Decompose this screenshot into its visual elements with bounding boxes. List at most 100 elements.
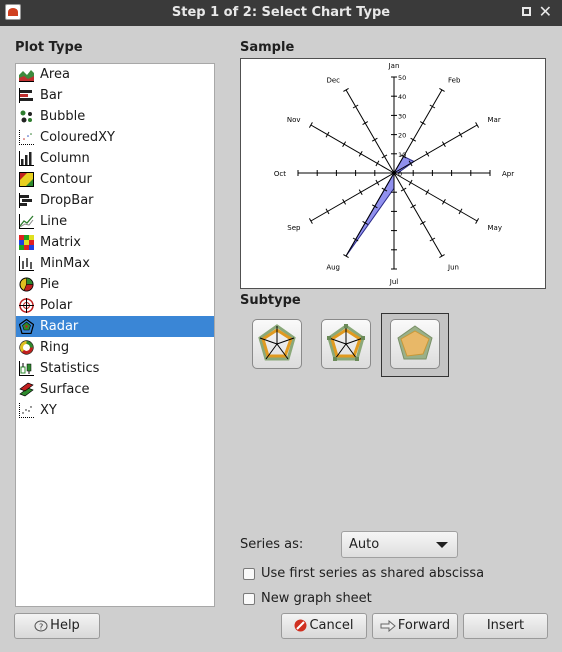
radar-radial-tick-label: 10	[398, 151, 406, 159]
plot-type-item-bar[interactable]: Bar	[16, 85, 214, 106]
radar-category-label: Dec	[326, 77, 340, 85]
radar-spoke	[345, 172, 395, 257]
radar-category-label: Apr	[502, 170, 514, 178]
plot-type-label: Ring	[40, 340, 70, 355]
series-as-value: Auto	[349, 537, 380, 552]
radar-tick-mark	[408, 179, 413, 186]
radar-tick-mark	[441, 141, 446, 148]
radar-tick-mark	[308, 122, 313, 128]
help-icon: ?	[34, 620, 48, 631]
plot-type-label: Polar	[40, 298, 73, 313]
maximize-button[interactable]	[522, 7, 531, 16]
subtype-radar-filled-button[interactable]	[390, 319, 440, 369]
surface-chart-icon	[19, 382, 34, 397]
forward-button[interactable]: Forward	[372, 613, 458, 639]
plot-type-item-dropbar[interactable]: DropBar	[16, 190, 214, 211]
radar-radial-tick-label: 30	[398, 112, 406, 120]
cancel-icon	[294, 619, 307, 632]
radar-tick-mark	[381, 154, 388, 159]
plot-type-item-xy[interactable]: XY	[16, 400, 214, 421]
plot-type-label: Bar	[40, 88, 63, 103]
polar-chart-icon	[19, 298, 34, 313]
forward-label: Forward	[397, 618, 451, 633]
plot-type-item-ring[interactable]: Ring	[16, 337, 214, 358]
plot-type-list[interactable]: Area Bar Bubble ColouredXY Column Contou…	[15, 63, 215, 607]
plot-type-label: Radar	[40, 319, 79, 334]
plot-type-item-polar[interactable]: Polar	[16, 295, 214, 316]
radar-tick-mark	[325, 208, 330, 215]
radar-category-label: May	[488, 224, 502, 232]
radar-tick-mark	[441, 198, 446, 205]
plot-type-item-minmax[interactable]: MinMax	[16, 253, 214, 274]
subtype-radar-markers-button[interactable]	[321, 319, 371, 369]
plot-type-heading: Plot Type	[15, 40, 83, 55]
radar-tick-mark	[325, 131, 330, 138]
radar-tick-mark	[362, 121, 369, 126]
radar-category-label: Mar	[488, 116, 501, 124]
statistics-chart-icon	[19, 361, 34, 376]
new-graph-sheet-checkbox[interactable]	[243, 593, 255, 605]
plot-type-item-surface[interactable]: Surface	[16, 379, 214, 400]
radar-spoke	[393, 172, 478, 222]
coloured-xy-icon	[19, 130, 34, 145]
insert-button[interactable]: Insert	[463, 613, 548, 639]
radar-tick-mark	[429, 237, 436, 242]
radar-tick-mark	[458, 131, 463, 138]
plot-type-label: Bubble	[40, 109, 86, 124]
radar-radial-tick-label: 0	[398, 170, 402, 178]
plot-type-item-statistics[interactable]: Statistics	[16, 358, 214, 379]
plot-type-item-radar[interactable]: Radar	[16, 316, 214, 337]
radar-spoke	[393, 172, 443, 257]
plot-type-item-colouredxy[interactable]: ColouredXY	[16, 127, 214, 148]
radar-category-label: Aug	[326, 264, 340, 272]
radar-spoke	[310, 124, 395, 174]
plot-type-label: Matrix	[40, 235, 81, 250]
series-as-dropdown[interactable]: Auto	[341, 531, 458, 558]
radar-tick-mark	[429, 104, 436, 109]
radar-tick-mark	[308, 218, 313, 224]
column-chart-icon	[19, 151, 34, 166]
help-label: Help	[50, 618, 80, 633]
cancel-button[interactable]: Cancel	[281, 613, 367, 639]
radar-category-label: Jan	[388, 62, 400, 70]
plot-type-item-column[interactable]: Column	[16, 148, 214, 169]
radar-category-label: Sep	[287, 224, 301, 232]
xy-chart-icon	[19, 403, 34, 418]
plot-type-label: Pie	[40, 277, 60, 292]
line-chart-icon	[19, 214, 34, 229]
plot-type-item-bubble[interactable]: Bubble	[16, 106, 214, 127]
plot-type-item-matrix[interactable]: Matrix	[16, 232, 214, 253]
plot-type-label: Contour	[40, 172, 92, 187]
radar-markers-icon	[327, 324, 365, 361]
close-button[interactable]: ✕	[539, 3, 552, 21]
radar-filled-icon	[397, 325, 433, 360]
sample-heading: Sample	[240, 40, 295, 55]
subtype-radar-lines-button[interactable]	[252, 319, 302, 369]
plot-type-label: ColouredXY	[40, 130, 115, 145]
pie-chart-icon	[19, 277, 34, 292]
plot-type-item-contour[interactable]: Contour	[16, 169, 214, 190]
radar-chart-icon	[19, 319, 34, 334]
radar-radial-tick-label: 20	[398, 132, 406, 140]
series-as-label: Series as:	[240, 537, 304, 552]
plot-type-label: DropBar	[40, 193, 94, 208]
shared-abscissa-checkbox[interactable]	[243, 568, 255, 580]
radar-category-label: Jul	[389, 278, 399, 286]
plot-type-item-pie[interactable]: Pie	[16, 274, 214, 295]
sample-chart-frame: Jan Feb Mar Apr May Jun Jul Aug Sep Oct Nov Dec 0 10 2…	[240, 58, 546, 289]
plot-type-item-area[interactable]: Area	[16, 64, 214, 85]
forward-arrow-icon	[380, 619, 396, 632]
radar-category-label: Nov	[287, 116, 301, 124]
radar-tick-mark	[343, 87, 349, 92]
plot-type-item-line[interactable]: Line	[16, 211, 214, 232]
dropbar-chart-icon	[19, 193, 32, 208]
svg-text:?: ?	[39, 622, 43, 631]
radar-tick-mark	[352, 104, 359, 109]
contour-chart-icon	[19, 172, 34, 187]
radar-category-label: Feb	[448, 77, 461, 85]
sample-radar-chart: Jan Feb Mar Apr May Jun Jul Aug Sep Oct Nov Dec 0 10 2…	[274, 62, 514, 286]
radar-tick-mark	[458, 208, 463, 215]
radar-tick-mark	[475, 122, 480, 128]
help-button[interactable]: ? Help	[14, 613, 100, 639]
radar-tick-mark	[475, 218, 480, 224]
